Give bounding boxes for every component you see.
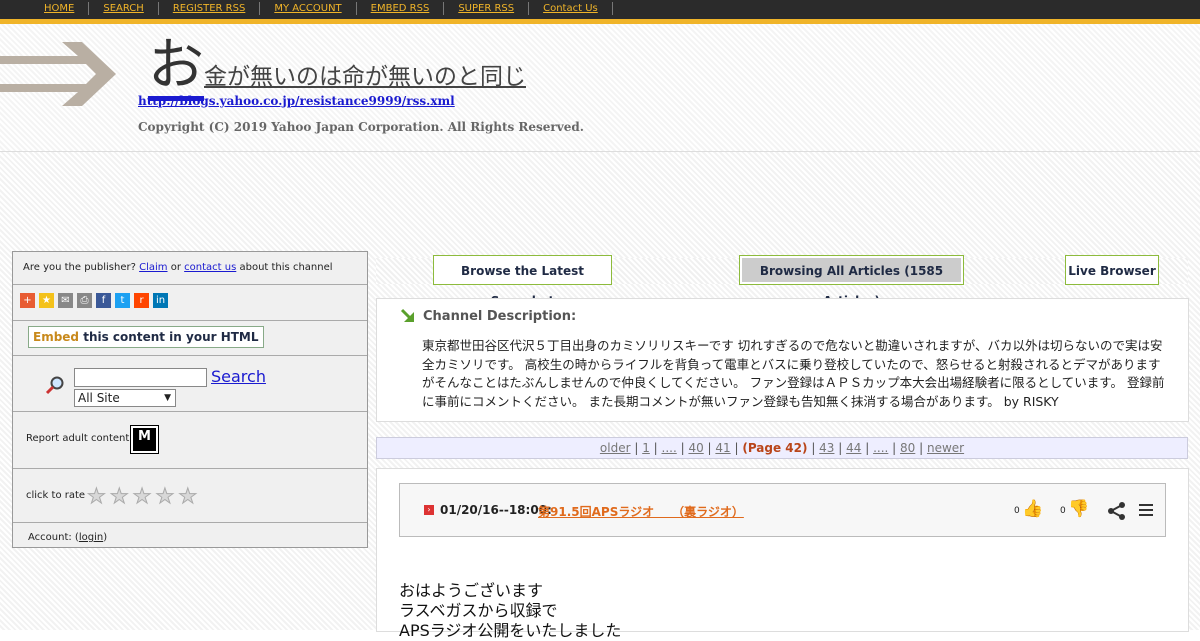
login-link[interactable]: login bbox=[79, 532, 103, 543]
report-row: Report adult content: M bbox=[13, 412, 367, 469]
search-magnifier-icon bbox=[45, 376, 64, 395]
arrow-down-right-icon bbox=[400, 308, 414, 322]
linkedin-icon[interactable]: in bbox=[153, 293, 168, 308]
nav-my-account[interactable]: MY ACCOUNT bbox=[260, 2, 357, 15]
article-header: › 01/20/16--18:00: 第91.5回APSラジオ （裏ラジオ） 0… bbox=[399, 483, 1166, 537]
pager-page-80[interactable]: 80 bbox=[900, 441, 915, 455]
pager-page-41[interactable]: 41 bbox=[715, 441, 730, 455]
mature-report-button[interactable]: M bbox=[130, 425, 159, 454]
article-body-line: おはようございます bbox=[399, 581, 544, 600]
pager-page-1[interactable]: 1 bbox=[642, 441, 650, 455]
dislike-count: 0 bbox=[1060, 506, 1066, 516]
pager-page-40[interactable]: 40 bbox=[688, 441, 703, 455]
channel-description-heading: Channel Description: bbox=[423, 309, 577, 324]
nav-search[interactable]: SEARCH bbox=[89, 2, 159, 15]
copyright: Copyright (C) 2019 Yahoo Japan Corporati… bbox=[138, 120, 584, 134]
search-scope-value: All Site bbox=[78, 391, 120, 405]
facebook-icon[interactable]: f bbox=[96, 293, 111, 308]
thumbs-up-icon[interactable]: 👍 bbox=[1022, 499, 1043, 519]
article-date: 01/20/16--18:00: bbox=[440, 503, 552, 517]
pager-page-43[interactable]: 43 bbox=[819, 441, 834, 455]
rating-row: click to rate ★ ★ ★ ★ ★ bbox=[13, 469, 367, 523]
top-nav-bar: HOME SEARCH REGISTER RSS MY ACCOUNT EMBE… bbox=[0, 0, 1200, 24]
tab-live-browser[interactable]: Live Browser bbox=[1065, 255, 1159, 285]
title-first-char[interactable]: お bbox=[148, 36, 204, 101]
share-icon[interactable] bbox=[1107, 501, 1127, 521]
thumbs-down-icon[interactable]: 👎 bbox=[1068, 499, 1089, 519]
chevron-down-icon: ▼ bbox=[164, 393, 171, 403]
reddit-icon[interactable]: r bbox=[134, 293, 149, 308]
email-icon[interactable]: ✉ bbox=[58, 293, 73, 308]
twitter-icon[interactable]: t bbox=[115, 293, 130, 308]
pagination: older | 1 | .... | 40 | 41 | (Page 42) |… bbox=[376, 437, 1188, 459]
nav-register-rss[interactable]: REGISTER RSS bbox=[159, 2, 261, 15]
rating-stars: ★ ★ ★ ★ ★ bbox=[87, 485, 198, 507]
claim-link[interactable]: Claim bbox=[139, 262, 167, 273]
share-icons: + ★ ✉ ⎙ f t r in bbox=[20, 293, 168, 308]
share-row: + ★ ✉ ⎙ f t r in bbox=[13, 285, 367, 321]
star-icon[interactable]: ★ bbox=[178, 485, 198, 507]
account-suffix: ) bbox=[103, 532, 108, 543]
add-icon[interactable]: + bbox=[20, 293, 35, 308]
star-icon[interactable]: ★ bbox=[155, 485, 175, 507]
pager-ellipsis[interactable]: .... bbox=[873, 441, 888, 455]
pager-current: (Page 42) bbox=[742, 441, 808, 455]
report-label: Report adult content: bbox=[26, 433, 133, 444]
nav-contact-us[interactable]: Contact Us bbox=[529, 2, 613, 15]
account-text: Account: (login) bbox=[28, 532, 107, 543]
publisher-text: Are you the publisher? Claim or contact … bbox=[23, 262, 333, 273]
rss-url-link[interactable]: http://blogs.yahoo.co.jp/resistance9999/… bbox=[138, 94, 455, 108]
tab-latest-snapshot[interactable]: Browse the Latest Snapshot bbox=[433, 255, 612, 308]
channel-description: Channel Description: 東京都世田谷区代沢５丁目出身のカミソリ… bbox=[376, 298, 1189, 422]
publisher-question: Are you the publisher? bbox=[23, 262, 136, 273]
article-body-line: APSラジオ公開をいたしました bbox=[399, 621, 622, 640]
account-prefix: Account: ( bbox=[28, 532, 79, 543]
search-row: Search All Site ▼ bbox=[13, 356, 367, 412]
star-icon[interactable]: ★ bbox=[132, 485, 152, 507]
article-body: おはようございます ラスベガスから収録で APSラジオ公開をいたしました bbox=[399, 581, 621, 641]
article-bullet-icon: › bbox=[424, 505, 434, 515]
pager-older[interactable]: older bbox=[600, 441, 631, 455]
pager-newer[interactable]: newer bbox=[927, 441, 964, 455]
or-text: or bbox=[170, 262, 181, 273]
nav-home[interactable]: HOME bbox=[30, 2, 90, 15]
account-row: Account: (login) bbox=[13, 523, 367, 551]
pager-page-44[interactable]: 44 bbox=[846, 441, 861, 455]
search-button[interactable]: Search bbox=[211, 367, 266, 386]
nav-super-rss[interactable]: SUPER RSS bbox=[444, 2, 530, 15]
embed-word[interactable]: Embed bbox=[33, 330, 79, 344]
search-input[interactable] bbox=[74, 368, 207, 387]
about-channel-text: about this channel bbox=[239, 262, 333, 273]
search-scope-select[interactable]: All Site ▼ bbox=[74, 389, 176, 407]
embed-button[interactable]: Embed this content in your HTML bbox=[28, 326, 264, 348]
article-body-line: ラスベガスから収録で bbox=[399, 601, 558, 620]
nav-embed-rss[interactable]: EMBED RSS bbox=[357, 2, 445, 15]
rate-label: click to rate bbox=[26, 490, 86, 501]
article-title-link[interactable]: 第91.5回APSラジオ （裏ラジオ） bbox=[538, 503, 744, 520]
article: › 01/20/16--18:00: 第91.5回APSラジオ （裏ラジオ） 0… bbox=[376, 468, 1189, 640]
publisher-row: Are you the publisher? Claim or contact … bbox=[13, 252, 367, 285]
menu-icon[interactable] bbox=[1139, 503, 1153, 517]
channel-description-text: 東京都世田谷区代沢５丁目出身のカミソリリスキーです 切れすぎるので危ないと勘違い… bbox=[422, 338, 1165, 409]
like-count: 0 bbox=[1014, 506, 1020, 516]
star-icon[interactable]: ★ bbox=[87, 485, 107, 507]
sidebar: Are you the publisher? Claim or contact … bbox=[12, 251, 368, 548]
page-title[interactable]: お金が無いのは命が無いのと同じ bbox=[148, 36, 526, 101]
print-icon[interactable]: ⎙ bbox=[77, 293, 92, 308]
embed-rest[interactable]: this content in your HTML bbox=[83, 330, 258, 344]
top-nav: HOME SEARCH REGISTER RSS MY ACCOUNT EMBE… bbox=[30, 2, 613, 15]
star-icon[interactable]: ★ bbox=[109, 485, 129, 507]
channel-header: お金が無いのは命が無いのと同じ http://blogs.yahoo.co.jp… bbox=[0, 24, 1200, 152]
contact-us-link[interactable]: contact us bbox=[184, 262, 236, 273]
pager-ellipsis[interactable]: .... bbox=[662, 441, 677, 455]
arrow-right-icon bbox=[0, 42, 116, 106]
embed-row: Embed this content in your HTML bbox=[13, 321, 367, 356]
favorite-star-icon[interactable]: ★ bbox=[39, 293, 54, 308]
tab-all-articles[interactable]: Browsing All Articles (1585 Articles) bbox=[739, 255, 964, 308]
title-rest[interactable]: 金が無いのは命が無いのと同じ bbox=[204, 57, 526, 91]
